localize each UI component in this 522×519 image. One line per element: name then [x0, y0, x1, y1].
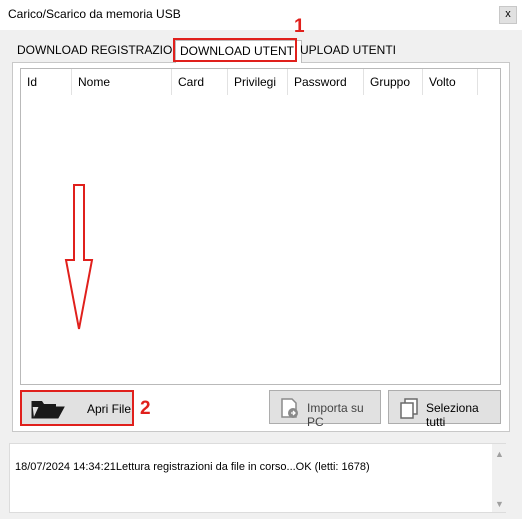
annotation-marker-2: 2 — [140, 398, 151, 419]
window-title: Carico/Scarico da memoria USB — [8, 7, 181, 21]
tab-download-registrazioni[interactable]: DOWNLOAD REGISTRAZIONI — [13, 40, 188, 62]
close-button[interactable]: x — [499, 6, 517, 24]
annotation-marker-1: 1 — [294, 16, 305, 37]
log-text: 18/07/2024 14:34:21Lettura registrazioni… — [15, 461, 370, 473]
arrow-down-annotation-icon — [64, 184, 94, 330]
importa-su-pc-button[interactable]: Importa su PC — [269, 390, 381, 429]
select-all-icon — [400, 398, 418, 419]
log-textbox[interactable]: 18/07/2024 14:34:21Lettura registrazioni… — [9, 443, 506, 513]
scroll-down-icon[interactable]: ▼ — [495, 499, 504, 509]
importa-su-pc-label: Importa su PC — [307, 401, 364, 429]
log-scrollbar[interactable]: ▲ ▼ — [492, 444, 506, 512]
tab-upload-utenti[interactable]: UPLOAD UTENTI — [296, 40, 400, 62]
annotation-box-tab — [173, 38, 297, 62]
column-id[interactable]: Id — [21, 69, 72, 95]
titlebar: Carico/Scarico da memoria USB x — [0, 0, 522, 30]
import-icon — [281, 398, 298, 418]
column-privilegi[interactable]: Privilegi — [228, 69, 288, 95]
seleziona-tutti-label: Seleziona tutti — [426, 401, 479, 429]
scroll-up-icon[interactable]: ▲ — [495, 449, 504, 459]
column-volto[interactable]: Volto — [423, 69, 478, 95]
window: Carico/Scarico da memoria USB x DOWNLOAD… — [0, 0, 522, 519]
column-nome[interactable]: Nome — [72, 69, 172, 95]
column-gruppo[interactable]: Gruppo — [364, 69, 423, 95]
annotation-box-button — [20, 390, 134, 426]
column-password[interactable]: Password — [288, 69, 364, 95]
seleziona-tutti-button[interactable]: Seleziona tutti — [388, 390, 501, 429]
column-card[interactable]: Card — [172, 69, 228, 95]
